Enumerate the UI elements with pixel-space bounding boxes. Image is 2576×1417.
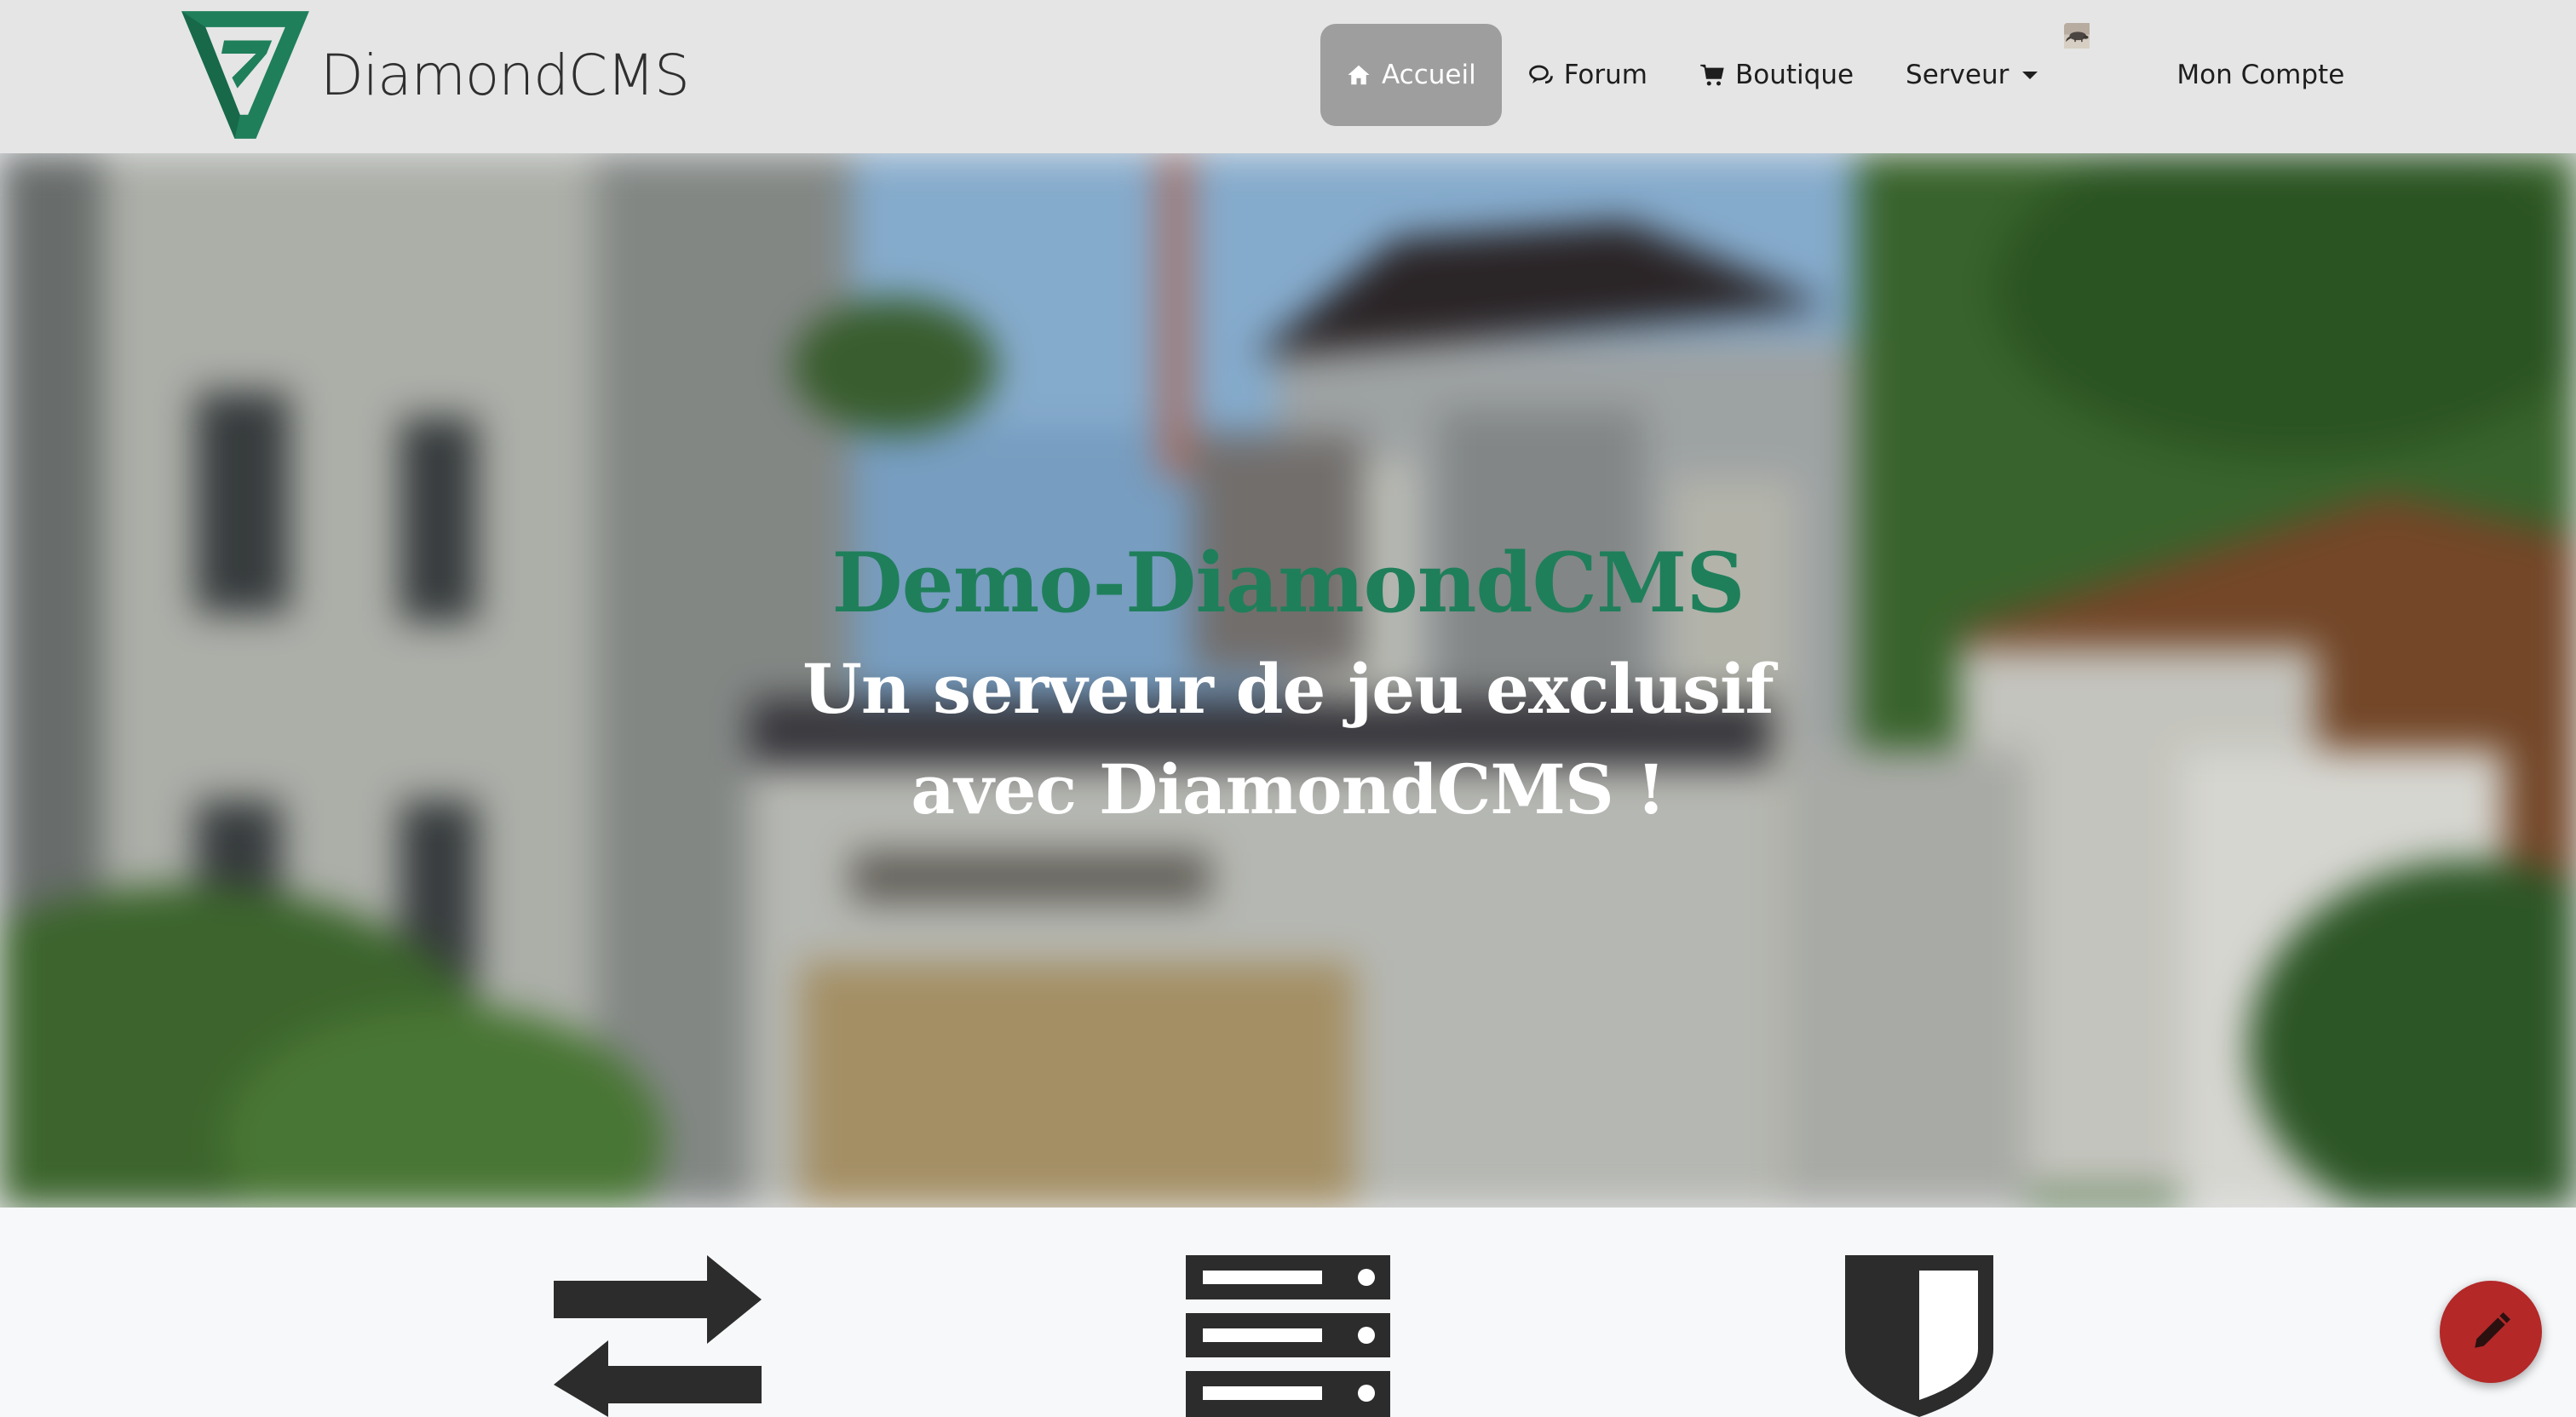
nav-label-boutique: Boutique bbox=[1735, 60, 1854, 90]
brand-logo[interactable]: DiamondCMS bbox=[179, 7, 690, 143]
avatar bbox=[2064, 23, 2168, 127]
pangolin-avatar-icon bbox=[2064, 23, 2090, 49]
main-nav: Accueil Forum Boutique Serveur Mon Compt… bbox=[1320, 23, 2371, 127]
pencil-icon bbox=[2475, 1312, 2510, 1348]
brand-name: DiamondCMS bbox=[320, 42, 690, 108]
nav-item-account[interactable]: Mon Compte bbox=[2064, 23, 2370, 127]
nav-item-forum[interactable]: Forum bbox=[1503, 24, 1673, 126]
shield-icon bbox=[1845, 1255, 1993, 1417]
nav-item-serveur[interactable]: Serveur bbox=[1880, 24, 2063, 126]
server-icon bbox=[1186, 1255, 1390, 1417]
home-icon bbox=[1348, 65, 1370, 85]
nav-label-serveur: Serveur bbox=[1906, 60, 2010, 90]
nav-label-forum: Forum bbox=[1563, 60, 1647, 90]
features-section bbox=[0, 1208, 2576, 1417]
navbar: DiamondCMS Accueil Forum Boutique Serveu… bbox=[0, 0, 2576, 153]
hero-subtitle: Un serveur de jeu exclusif avec DiamondC… bbox=[802, 649, 1774, 829]
nav-item-accueil[interactable]: Accueil bbox=[1320, 24, 1502, 126]
nav-label-accueil: Accueil bbox=[1382, 60, 1476, 90]
exchange-arrows-icon bbox=[554, 1255, 762, 1417]
diamond-logo-icon bbox=[181, 11, 309, 139]
nav-item-boutique[interactable]: Boutique bbox=[1674, 24, 1879, 126]
hero-text: Demo-DiamondCMS Un serveur de jeu exclus… bbox=[0, 528, 2576, 840]
caret-down-icon bbox=[2022, 71, 2038, 79]
edit-fab-button[interactable] bbox=[2440, 1281, 2542, 1383]
nav-label-account: Mon Compte bbox=[2176, 60, 2345, 90]
hero-title: Demo-DiamondCMS bbox=[831, 535, 1745, 631]
hero-banner: Demo-DiamondCMS Un serveur de jeu exclus… bbox=[0, 153, 2576, 1208]
comments-icon bbox=[1528, 65, 1553, 84]
shopping-cart-icon bbox=[1700, 64, 1724, 86]
